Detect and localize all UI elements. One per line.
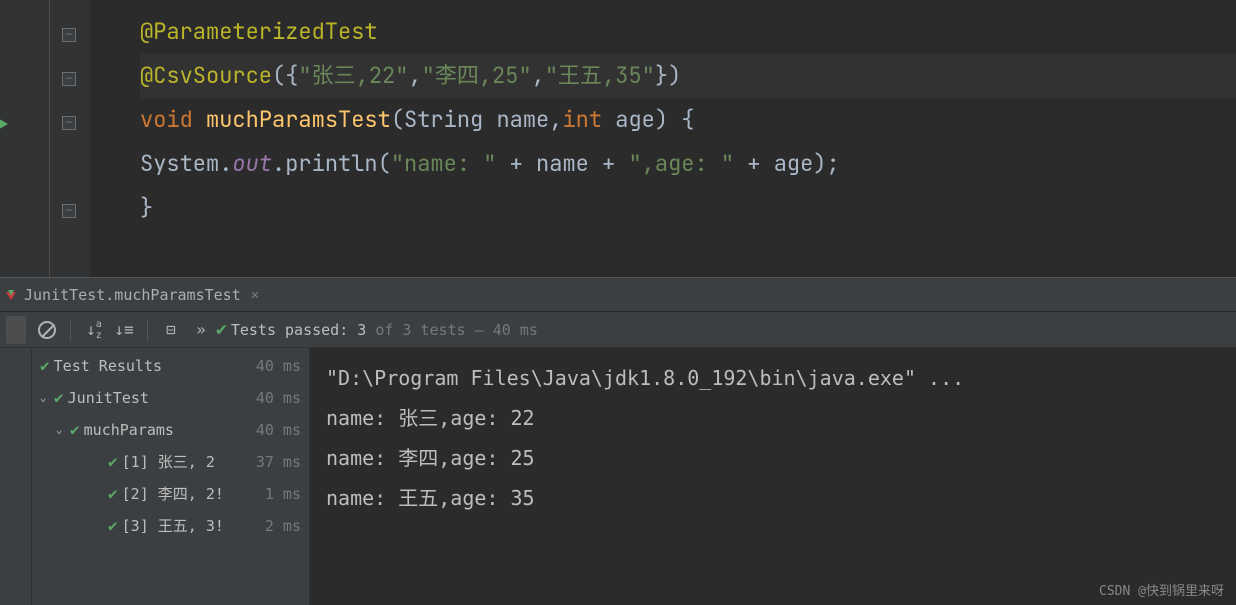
test-pass-icon xyxy=(4,288,18,302)
separator xyxy=(147,319,148,341)
fold-marker-icon[interactable]: − xyxy=(62,28,76,42)
check-icon: ✔ xyxy=(216,319,227,340)
check-icon: ✔ xyxy=(108,510,118,542)
results-side-gutter xyxy=(0,348,32,605)
tree-test[interactable]: ⌄ ✔ muchParams 40 ms xyxy=(32,414,309,446)
tree-root[interactable]: ✔ Test Results 40 ms xyxy=(32,350,309,382)
tree-suite[interactable]: ⌄ ✔ JunitTest 40 ms xyxy=(32,382,309,414)
chevron-down-icon[interactable]: ⌄ xyxy=(36,382,50,414)
results-panel: ✔ Test Results 40 ms ⌄ ✔ JunitTest 40 ms… xyxy=(0,348,1236,605)
run-test-icon[interactable] xyxy=(0,117,8,131)
method-name: muchParamsTest xyxy=(206,105,391,134)
layout-toggle-button[interactable] xyxy=(6,316,26,344)
check-icon: ✔ xyxy=(108,478,118,510)
console-line: name: 李四,age: 25 xyxy=(326,438,1220,478)
stop-button[interactable] xyxy=(32,315,62,345)
console-line: name: 王五,age: 35 xyxy=(326,478,1220,518)
annotation: @ParameterizedTest xyxy=(140,17,378,46)
filter-button[interactable]: ⊟ xyxy=(156,315,186,345)
separator xyxy=(70,319,71,341)
tree-case[interactable]: ✔ [2] 李四, 2! 1 ms xyxy=(32,478,309,510)
check-icon: ✔ xyxy=(70,414,80,446)
code-content[interactable]: @ParameterizedTest @CsvSource({"张三,22","… xyxy=(90,0,1236,277)
watermark: CSDN @快到锅里来呀 xyxy=(1099,580,1224,599)
keyword-void: void xyxy=(140,105,193,134)
tree-case[interactable]: ✔ [3] 王五, 3! 2 ms xyxy=(32,510,309,542)
console-line: name: 张三,age: 22 xyxy=(326,398,1220,438)
fold-marker-icon[interactable]: − xyxy=(62,204,76,218)
chevron-down-icon[interactable]: ⌄ xyxy=(52,414,66,446)
console-command: "D:\Program Files\Java\jdk1.8.0_192\bin\… xyxy=(326,358,1220,398)
fold-gutter: − − − − xyxy=(50,0,90,277)
stop-icon xyxy=(38,321,56,339)
test-toolbar: ↓az ↓≡ ⊟ » ✔ Tests passed: 3 of 3 tests … xyxy=(0,312,1236,348)
code-editor[interactable]: − − − − @ParameterizedTest @CsvSource({"… xyxy=(0,0,1236,277)
check-icon: ✔ xyxy=(54,382,64,414)
editor-gutter xyxy=(0,0,50,277)
collapse-button[interactable]: ↓≡ xyxy=(109,315,139,345)
check-icon: ✔ xyxy=(40,350,50,382)
run-tab-bar: JunitTest.muchParamsTest ✕ xyxy=(0,277,1236,312)
sort-button[interactable]: ↓az xyxy=(79,315,109,345)
fold-marker-icon[interactable]: − xyxy=(62,72,76,86)
run-tab-title[interactable]: JunitTest.muchParamsTest xyxy=(24,286,241,304)
fold-marker-icon[interactable]: − xyxy=(62,116,76,130)
check-icon: ✔ xyxy=(108,446,118,478)
more-button[interactable]: » xyxy=(186,315,216,345)
test-tree[interactable]: ✔ Test Results 40 ms ⌄ ✔ JunitTest 40 ms… xyxy=(32,348,310,605)
console-output[interactable]: "D:\Program Files\Java\jdk1.8.0_192\bin\… xyxy=(310,348,1236,605)
close-icon[interactable]: ✕ xyxy=(251,287,259,303)
test-status-text: Tests passed: 3 of 3 tests – 40 ms xyxy=(231,321,538,339)
annotation: @CsvSource xyxy=(140,61,272,90)
tree-case[interactable]: ✔ [1] 张三, 2 37 ms xyxy=(32,446,309,478)
